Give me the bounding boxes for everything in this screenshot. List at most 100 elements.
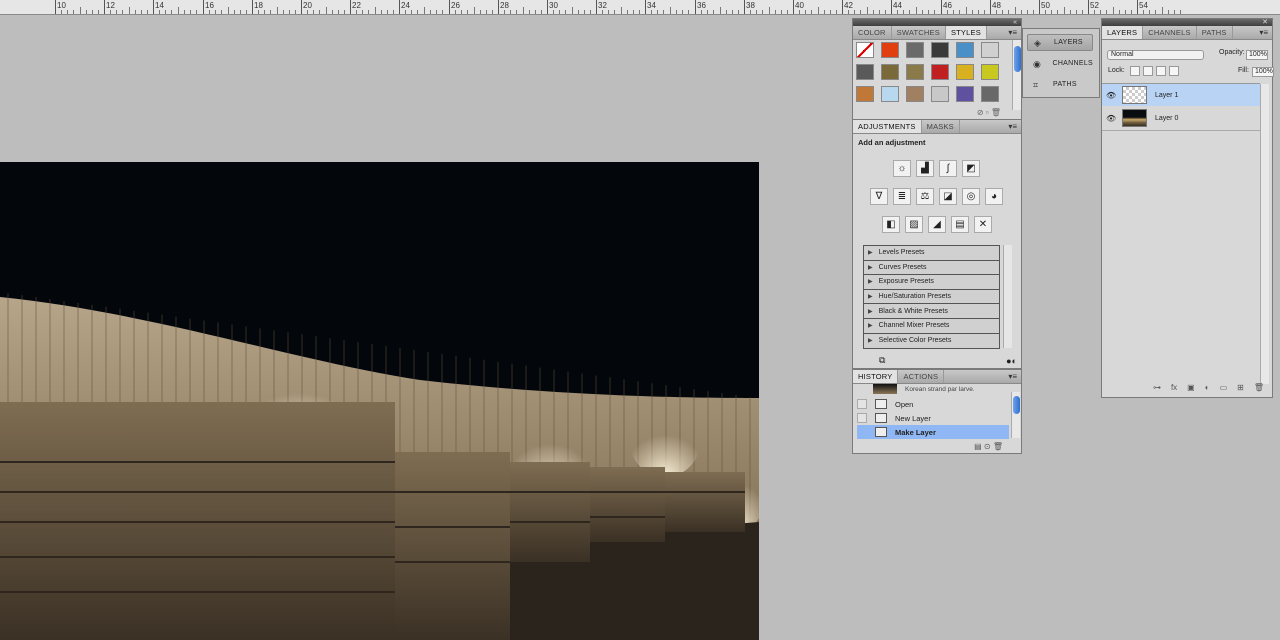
disclosure-triangle-icon[interactable]: ▶ (868, 264, 873, 271)
color-balance-icon[interactable]: ⚖ (916, 188, 934, 205)
invert-icon[interactable]: ◧ (882, 216, 900, 233)
close-panel-icon[interactable]: ✕ (1262, 19, 1268, 26)
panel-topbar[interactable]: « (853, 19, 1021, 26)
new-group-icon[interactable]: ▭ (1220, 383, 1228, 392)
preset-item[interactable]: ▶ Hue/Saturation Presets (864, 290, 999, 305)
history-snapshot[interactable]: Korean strand par larve. (857, 384, 1009, 394)
style-swatch[interactable] (906, 86, 924, 102)
layer-row-layer-1[interactable]: 👁 Layer 1 (1102, 84, 1260, 106)
style-swatch[interactable] (956, 42, 974, 58)
presets-scrollbar[interactable] (1003, 245, 1012, 348)
threshold-icon[interactable]: ◢ (928, 216, 946, 233)
new-layer-icon[interactable]: ⊞ (1237, 383, 1244, 392)
style-swatch[interactable] (881, 42, 899, 58)
tab-actions[interactable]: ACTIONS (898, 370, 945, 383)
history-state-open[interactable]: Open (857, 397, 1009, 411)
preset-item[interactable]: ▶ Curves Presets (864, 261, 999, 276)
disclosure-triangle-icon[interactable]: ▶ (868, 308, 873, 315)
style-swatch[interactable] (981, 86, 999, 102)
lock-all-icon[interactable] (1169, 66, 1179, 76)
visibility-eye-icon[interactable]: 👁 (1106, 91, 1116, 100)
preset-item[interactable]: ▶ Channel Mixer Presets (864, 319, 999, 334)
lock-position-icon[interactable] (1156, 66, 1166, 76)
history-bottom-icons[interactable]: ▤ ⊙ 🗑 (974, 442, 1003, 451)
tab-adjustments[interactable]: ADJUSTMENTS (853, 120, 922, 133)
style-swatch[interactable] (931, 42, 949, 58)
link-layers-icon[interactable]: ⊶ (1153, 383, 1161, 392)
preset-item[interactable]: ▶ Selective Color Presets (864, 334, 999, 349)
panel-menu-icon[interactable]: ▾≡ (1259, 26, 1268, 40)
style-swatch[interactable] (956, 64, 974, 80)
tab-styles[interactable]: STYLES (945, 26, 987, 39)
add-mask-icon[interactable]: ▣ (1187, 383, 1195, 392)
panel-menu-icon[interactable]: ▾≡ (1008, 370, 1017, 384)
preset-item[interactable]: ▶ Levels Presets (864, 246, 999, 261)
delete-style-icon[interactable]: ⊘ ▫ 🗑 (977, 108, 1001, 117)
dock-layers[interactable]: ◈ LAYERS (1027, 34, 1093, 51)
style-swatch[interactable] (956, 86, 974, 102)
collapse-icon[interactable]: « (1013, 19, 1017, 26)
panel-menu-icon[interactable]: ▾≡ (1008, 26, 1017, 40)
opacity-field[interactable]: 100% (1246, 50, 1268, 60)
blend-mode-select[interactable]: Normal (1107, 50, 1204, 60)
clip-layer-icon[interactable]: ⧉ (879, 355, 885, 366)
panel-topbar[interactable]: ✕ (1102, 19, 1272, 26)
style-swatch[interactable] (906, 42, 924, 58)
preview-eye-icon[interactable]: ●◐ (1006, 356, 1017, 366)
style-swatch[interactable] (881, 86, 899, 102)
disclosure-triangle-icon[interactable]: ▶ (868, 293, 873, 300)
selective-color-icon[interactable]: ✕ (974, 216, 992, 233)
style-swatch[interactable] (881, 64, 899, 80)
curves-icon[interactable]: ∫ (939, 160, 957, 177)
tab-masks[interactable]: MASKS (922, 120, 960, 133)
layer-name[interactable]: Layer 1 (1155, 92, 1178, 99)
photo-filter-icon[interactable]: ◎ (962, 188, 980, 205)
style-swatch[interactable] (981, 64, 999, 80)
history-scrollbar[interactable] (1011, 392, 1020, 438)
tab-history[interactable]: HISTORY (853, 370, 899, 383)
style-swatch[interactable] (856, 64, 874, 80)
history-brush-source-box[interactable] (857, 413, 867, 423)
new-adjustment-icon[interactable]: ◐ (1205, 383, 1210, 392)
style-swatch[interactable] (856, 86, 874, 102)
brightness-contrast-icon[interactable]: ☼ (893, 160, 911, 177)
style-swatch[interactable] (906, 64, 924, 80)
document-canvas[interactable] (0, 162, 759, 640)
fill-field[interactable]: 100% (1252, 67, 1274, 77)
lock-image-icon[interactable] (1143, 66, 1153, 76)
style-swatch[interactable] (856, 42, 874, 58)
layer-name[interactable]: Layer 0 (1155, 115, 1178, 122)
scroll-thumb[interactable] (1014, 46, 1021, 72)
history-state-new-layer[interactable]: New Layer (857, 411, 1009, 425)
hue-saturation-icon[interactable]: ≣ (893, 188, 911, 205)
history-brush-source-box[interactable] (857, 427, 867, 437)
tab-layers[interactable]: LAYERS (1102, 26, 1144, 39)
style-swatch[interactable] (981, 42, 999, 58)
disclosure-triangle-icon[interactable]: ▶ (868, 249, 873, 256)
style-swatch[interactable] (931, 86, 949, 102)
history-state-make-layer[interactable]: Make Layer (857, 425, 1009, 439)
history-brush-source-box[interactable] (857, 399, 867, 409)
tab-color[interactable]: COLOR (853, 26, 892, 39)
layer-row-layer-0[interactable]: 👁 Layer 0 (1102, 107, 1260, 129)
layers-scrollbar[interactable] (1260, 84, 1269, 384)
dock-paths[interactable]: ⌗ PATHS (1027, 76, 1093, 93)
black-white-icon[interactable]: ◪ (939, 188, 957, 205)
lock-transparent-icon[interactable] (1130, 66, 1140, 76)
disclosure-triangle-icon[interactable]: ▶ (868, 337, 873, 344)
preset-item[interactable]: ▶ Exposure Presets (864, 275, 999, 290)
visibility-eye-icon[interactable]: 👁 (1106, 114, 1116, 123)
exposure-icon[interactable]: ◩ (962, 160, 980, 177)
scroll-thumb[interactable] (1013, 396, 1020, 414)
panel-menu-icon[interactable]: ▾≡ (1008, 120, 1017, 134)
posterize-icon[interactable]: ▨ (905, 216, 923, 233)
vibrance-icon[interactable]: ∇ (870, 188, 888, 205)
channel-mixer-icon[interactable]: ◕ (985, 188, 1003, 205)
layer-style-icon[interactable]: fx (1171, 383, 1177, 392)
tab-channels[interactable]: CHANNELS (1143, 26, 1197, 39)
disclosure-triangle-icon[interactable]: ▶ (868, 322, 873, 329)
tab-swatches[interactable]: SWATCHES (892, 26, 946, 39)
styles-scrollbar[interactable] (1012, 40, 1021, 110)
delete-layer-icon[interactable]: 🗑 (1254, 383, 1264, 392)
levels-icon[interactable]: ▟ (916, 160, 934, 177)
